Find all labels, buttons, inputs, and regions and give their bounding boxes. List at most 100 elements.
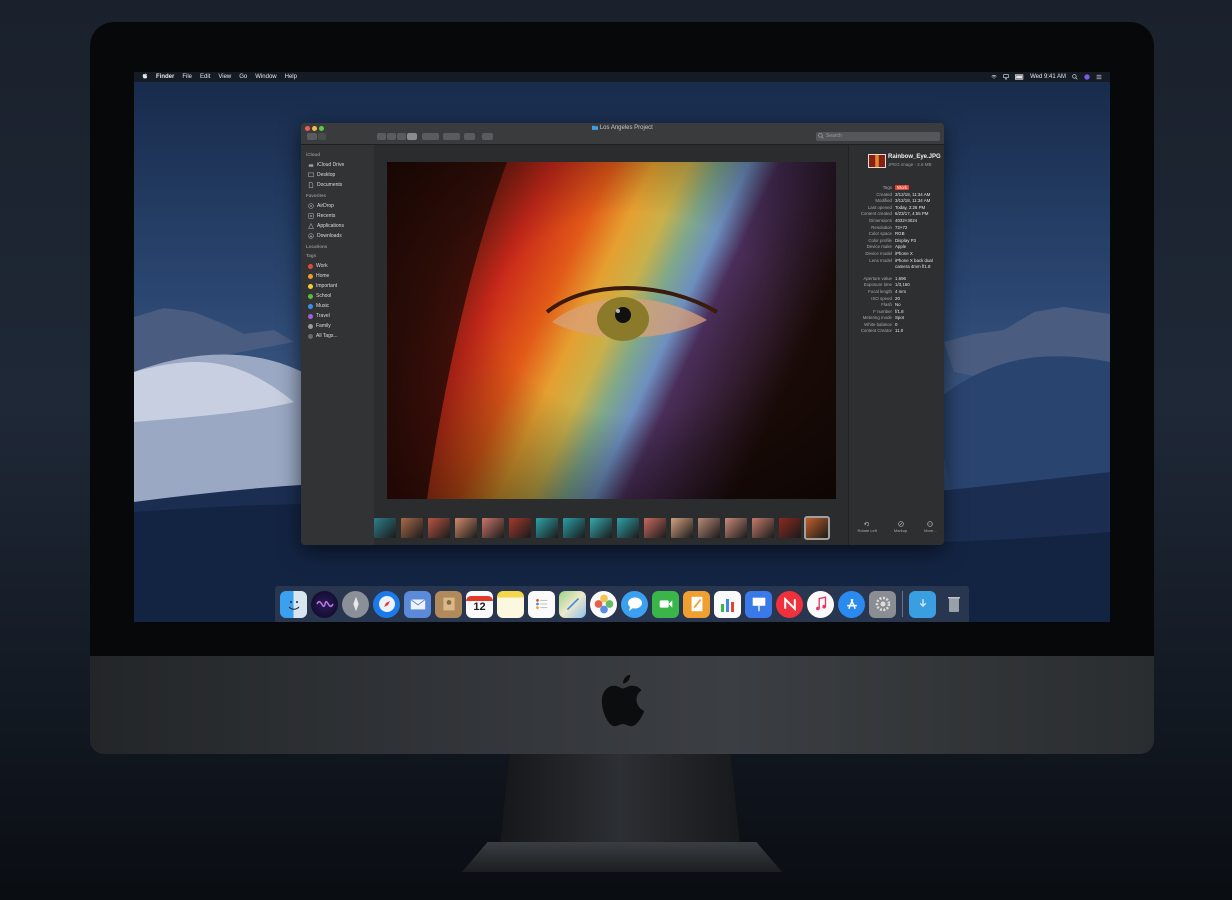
trash-icon[interactable]	[940, 591, 967, 618]
search-field[interactable]: Search	[816, 132, 940, 141]
menu-window[interactable]: Window	[255, 74, 276, 80]
menu-help[interactable]: Help	[285, 74, 297, 80]
battery-icon[interactable]	[1015, 74, 1024, 80]
sidebar-item-desktop[interactable]: Desktop	[306, 170, 374, 180]
sidebar-item-applications[interactable]: Applications	[306, 221, 374, 231]
sidebar-tag-important[interactable]: Important	[306, 281, 374, 291]
photos-icon[interactable]	[590, 590, 617, 618]
sidebar-item-downloads[interactable]: Downloads	[306, 231, 374, 241]
filmstrip-thumbnail[interactable]	[590, 518, 612, 538]
menu-file[interactable]: File	[182, 74, 192, 80]
apple-menu-icon[interactable]	[142, 73, 148, 81]
sidebar-tag-music[interactable]: Music	[306, 301, 374, 311]
sidebar-item-icloud-drive[interactable]: iCloud Drive	[306, 160, 374, 170]
downloads-folder-icon[interactable]	[909, 590, 936, 618]
siri-icon[interactable]	[311, 590, 338, 618]
icon-view-button[interactable]	[377, 133, 386, 140]
music-icon[interactable]	[807, 590, 834, 618]
spotlight-icon[interactable]	[1072, 74, 1078, 80]
rainbow-eye-photo[interactable]	[387, 162, 836, 499]
filmstrip-thumbnail[interactable]	[617, 518, 639, 538]
back-button[interactable]	[307, 133, 317, 140]
filmstrip-thumbnail[interactable]	[563, 518, 585, 538]
wifi-icon[interactable]	[991, 74, 997, 80]
notes-icon[interactable]	[497, 590, 524, 618]
sidebar: iCloud iCloud Drive Desktop Documents Fa…	[301, 145, 374, 545]
contacts-icon[interactable]	[435, 590, 462, 618]
group-button[interactable]	[422, 133, 439, 140]
metadata-key: Created	[876, 191, 892, 197]
forward-button[interactable]	[318, 133, 326, 140]
filmstrip-thumbnail[interactable]	[536, 518, 558, 538]
finder-icon[interactable]	[280, 590, 307, 618]
launchpad-icon[interactable]	[342, 590, 369, 618]
filmstrip-thumbnail[interactable]	[752, 518, 774, 538]
tag-pill[interactable]: Work	[895, 185, 910, 190]
filmstrip-thumbnail[interactable]	[804, 516, 830, 540]
metadata-row: Content created 6/23/17, 4:55 PM	[849, 211, 944, 218]
app-store-icon[interactable]	[838, 590, 865, 618]
sidebar-tag-home[interactable]: Home	[306, 271, 374, 281]
metadata-value: 3/12/18, 11:34 AM	[895, 198, 931, 204]
metadata-key: Device make	[866, 244, 892, 250]
share-button[interactable]	[464, 133, 475, 140]
metadata-list: Tags Work Created 3/12/18, 11:34 AM Modified…	[849, 185, 944, 335]
filmstrip-thumbnail[interactable]	[509, 518, 531, 538]
filmstrip-thumbnail[interactable]	[698, 518, 720, 538]
tag-button[interactable]	[482, 133, 493, 140]
filmstrip-thumbnail[interactable]	[725, 518, 747, 538]
filmstrip-thumbnail[interactable]	[482, 518, 504, 538]
sidebar-tag-family[interactable]: Family	[306, 321, 374, 331]
metadata-row: camera 4mm f/1.8	[849, 264, 944, 271]
messages-icon[interactable]	[621, 590, 648, 618]
menu-edit[interactable]: Edit	[200, 74, 210, 80]
menu-finder[interactable]: Finder	[156, 74, 174, 80]
mail-icon[interactable]	[404, 590, 431, 618]
sidebar-item-documents[interactable]: Documents	[306, 180, 374, 190]
list-view-button[interactable]	[387, 133, 396, 140]
sidebar-tag-school[interactable]: School	[306, 291, 374, 301]
metadata-row: Content Creator 11.0	[849, 328, 944, 335]
news-icon[interactable]	[776, 590, 803, 618]
filmstrip-thumbnail[interactable]	[374, 518, 396, 538]
filmstrip-thumbnail[interactable]	[455, 518, 477, 538]
sidebar-tag-work[interactable]: Work	[306, 261, 374, 271]
facetime-icon[interactable]	[652, 590, 679, 618]
filmstrip	[374, 515, 848, 541]
metadata-row: Last opened Today, 2:26 PM	[849, 205, 944, 212]
sidebar-item-airdrop[interactable]: AirDrop	[306, 201, 374, 211]
menu-view[interactable]: View	[218, 74, 231, 80]
folder-icon	[592, 125, 599, 130]
quick-actions: Rotate Left Markup More...	[849, 521, 944, 533]
filmstrip-thumbnail[interactable]	[671, 518, 693, 538]
safari-icon[interactable]	[373, 590, 400, 618]
metadata-value: No	[895, 302, 901, 308]
system-preferences-icon[interactable]	[869, 590, 896, 618]
markup-button[interactable]: Markup	[894, 521, 907, 533]
sidebar-tag-all-tags[interactable]: All Tags...	[306, 331, 374, 341]
filmstrip-thumbnail[interactable]	[644, 518, 666, 538]
maps-icon[interactable]	[559, 590, 586, 618]
menu-go[interactable]: Go	[239, 74, 247, 80]
filmstrip-thumbnail[interactable]	[401, 518, 423, 538]
sidebar-tag-travel[interactable]: Travel	[306, 311, 374, 321]
more-button[interactable]: More...	[924, 521, 937, 533]
action-button[interactable]	[443, 133, 460, 140]
numbers-icon[interactable]	[714, 590, 741, 618]
tag-color-dot	[308, 283, 313, 289]
airplay-icon[interactable]	[1003, 74, 1009, 80]
keynote-icon[interactable]	[745, 590, 772, 618]
sidebar-header-locations: Locations	[306, 244, 328, 249]
menu-clock[interactable]: Wed 9:41 AM	[1030, 74, 1066, 80]
pages-icon[interactable]	[683, 590, 710, 618]
filmstrip-thumbnail[interactable]	[779, 518, 801, 538]
reminders-icon[interactable]	[528, 590, 555, 618]
notification-center-icon[interactable]	[1096, 74, 1102, 80]
column-view-button[interactable]	[397, 133, 406, 140]
sidebar-item-recents[interactable]: Recents	[306, 211, 374, 221]
filmstrip-thumbnail[interactable]	[428, 518, 450, 538]
calendar-icon[interactable]: 12	[466, 590, 493, 618]
siri-menu-icon[interactable]	[1084, 74, 1090, 80]
rotate-left-button[interactable]: Rotate Left	[857, 521, 877, 533]
gallery-view-button[interactable]	[407, 133, 417, 140]
